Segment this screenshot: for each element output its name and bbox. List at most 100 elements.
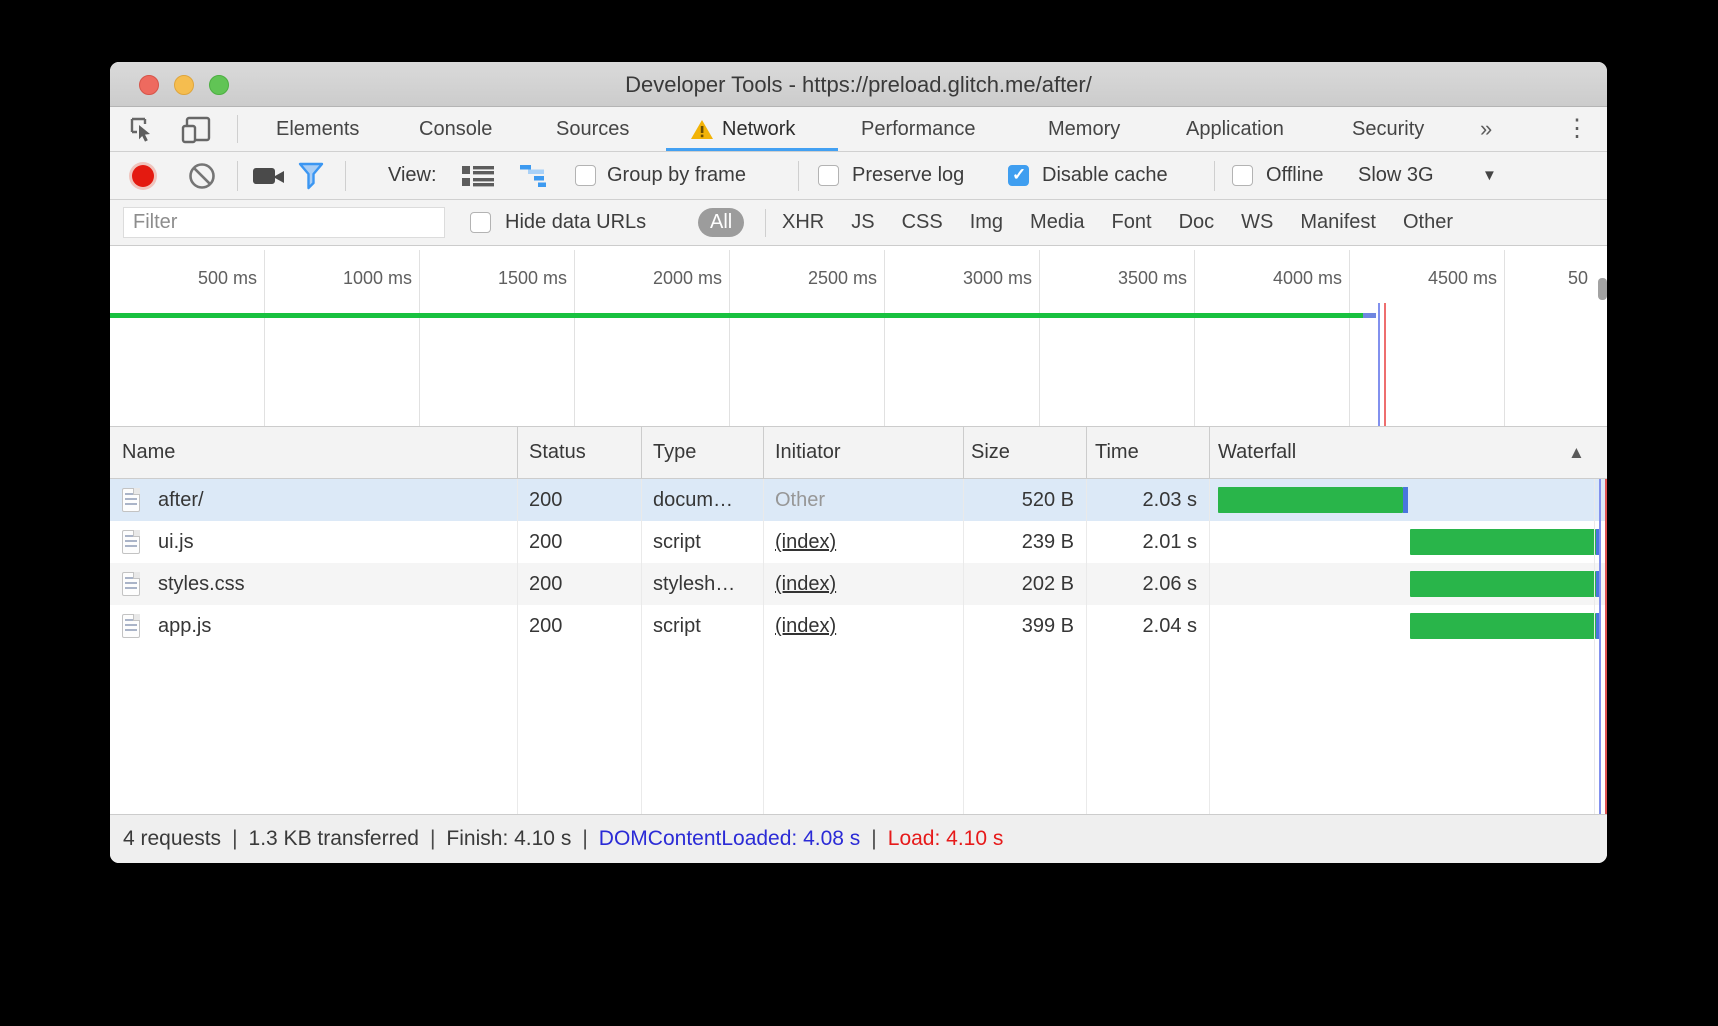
request-type: script xyxy=(653,521,701,563)
column-divider xyxy=(1594,479,1595,814)
filter-funnel-icon[interactable] xyxy=(298,152,324,199)
preserve-log-checkbox[interactable] xyxy=(818,165,839,186)
table-row[interactable]: ui.js 200 script (index) 239 B 2.01 s xyxy=(110,521,1607,563)
request-type: stylesh… xyxy=(653,563,735,605)
tab-network[interactable]: Network xyxy=(722,107,795,151)
waterfall-bar[interactable] xyxy=(1218,487,1403,513)
more-tabs-icon[interactable]: » xyxy=(1480,107,1492,151)
summary-bar: 4 requests | 1.3 KB transferred | Finish… xyxy=(110,814,1607,863)
document-icon xyxy=(122,530,140,554)
column-header-name[interactable]: Name xyxy=(122,427,175,478)
disable-cache-label: Disable cache xyxy=(1042,164,1168,187)
initiator-link[interactable]: (index) xyxy=(775,531,836,553)
filter-type-all[interactable]: All xyxy=(698,208,744,237)
hide-data-urls-label: Hide data URLs xyxy=(505,211,646,234)
initiator-link[interactable]: (index) xyxy=(775,615,836,637)
request-name: styles.css xyxy=(158,563,245,605)
filter-type-doc[interactable]: Doc xyxy=(1179,211,1215,234)
request-name: app.js xyxy=(158,605,211,647)
overview-blue-segment xyxy=(1363,313,1376,318)
filter-input[interactable] xyxy=(123,207,445,238)
waterfall-view-icon[interactable] xyxy=(520,152,550,199)
request-name: ui.js xyxy=(158,521,194,563)
filter-type-media[interactable]: Media xyxy=(1030,211,1084,234)
filter-type-css[interactable]: CSS xyxy=(902,211,943,234)
filter-bar: Hide data URLs All XHR JS CSS Img Media … xyxy=(110,200,1607,246)
filter-type-other[interactable]: Other xyxy=(1403,211,1453,234)
tab-performance[interactable]: Performance xyxy=(861,107,976,151)
filter-type-img[interactable]: Img xyxy=(970,211,1003,234)
timeline-gridline xyxy=(574,250,575,426)
filter-type-ws[interactable]: WS xyxy=(1241,211,1273,234)
waterfall-bar[interactable] xyxy=(1410,529,1596,555)
filter-type-xhr[interactable]: XHR xyxy=(782,211,824,234)
table-row[interactable]: app.js 200 script (index) 399 B 2.04 s xyxy=(110,605,1607,647)
timeline-scrollbar-thumb[interactable] xyxy=(1598,278,1607,300)
record-icon[interactable] xyxy=(132,165,154,187)
finish-time: Finish: 4.10 s xyxy=(446,827,571,851)
device-toolbar-icon[interactable] xyxy=(180,115,214,145)
table-row[interactable]: after/ 200 docum… Other 520 B 2.03 s xyxy=(110,479,1607,521)
load-time: Load: 4.10 s xyxy=(888,827,1004,851)
offline-checkbox[interactable] xyxy=(1232,165,1253,186)
timeline-gridline xyxy=(884,250,885,426)
tab-security[interactable]: Security xyxy=(1352,107,1424,151)
tab-elements[interactable]: Elements xyxy=(276,107,359,151)
tab-memory[interactable]: Memory xyxy=(1048,107,1120,151)
throttling-select[interactable]: Slow 3G xyxy=(1358,152,1434,199)
column-header-initiator[interactable]: Initiator xyxy=(775,427,841,478)
column-divider[interactable] xyxy=(517,427,518,478)
column-header-waterfall[interactable]: Waterfall xyxy=(1218,427,1296,478)
timeline-tick: 2000 ms xyxy=(612,268,722,289)
column-divider[interactable] xyxy=(1086,427,1087,478)
clear-icon[interactable] xyxy=(188,152,216,199)
table-row[interactable]: styles.css 200 stylesh… (index) 202 B 2.… xyxy=(110,563,1607,605)
column-divider[interactable] xyxy=(1209,427,1210,478)
waterfall-bar-cap xyxy=(1403,487,1408,513)
tab-application[interactable]: Application xyxy=(1186,107,1284,151)
timeline-tick: 1500 ms xyxy=(457,268,567,289)
chevron-down-icon[interactable]: ▼ xyxy=(1482,167,1497,184)
document-icon xyxy=(122,572,140,596)
column-divider[interactable] xyxy=(763,427,764,478)
devtools-window: Developer Tools - https://preload.glitch… xyxy=(110,62,1607,863)
filter-type-font[interactable]: Font xyxy=(1112,211,1152,234)
sort-arrow-icon[interactable]: ▲ xyxy=(1568,427,1585,478)
timeline-gridline xyxy=(419,250,420,426)
toolbar-divider xyxy=(1214,161,1215,191)
column-divider[interactable] xyxy=(963,427,964,478)
column-divider xyxy=(763,479,764,814)
request-size: 520 B xyxy=(963,479,1074,521)
waterfall-bar[interactable] xyxy=(1410,571,1596,597)
timeline-gridline xyxy=(1039,250,1040,426)
initiator-link[interactable]: (index) xyxy=(775,573,836,595)
hide-data-urls-checkbox[interactable] xyxy=(470,212,491,233)
disable-cache-checkbox[interactable] xyxy=(1008,165,1029,186)
timeline-tick: 4000 ms xyxy=(1232,268,1342,289)
inspect-icon[interactable] xyxy=(128,115,158,145)
column-divider[interactable] xyxy=(641,427,642,478)
toolbar-divider xyxy=(237,161,238,191)
view-label: View: xyxy=(388,164,437,187)
preserve-log-label: Preserve log xyxy=(852,164,964,187)
warning-icon xyxy=(690,119,714,140)
waterfall-bar[interactable] xyxy=(1410,613,1596,639)
timeline-overview[interactable]: 500 ms 1000 ms 1500 ms 2000 ms 2500 ms 3… xyxy=(110,246,1607,427)
tab-sources[interactable]: Sources xyxy=(556,107,629,151)
timeline-tick: 3000 ms xyxy=(922,268,1032,289)
timeline-tick: 2500 ms xyxy=(767,268,877,289)
column-divider xyxy=(1086,479,1087,814)
column-header-time[interactable]: Time xyxy=(1095,427,1139,478)
group-by-frame-checkbox[interactable] xyxy=(575,165,596,186)
kebab-menu-icon[interactable]: ⋮ xyxy=(1565,107,1589,151)
list-view-icon[interactable] xyxy=(462,152,494,199)
filter-type-manifest[interactable]: Manifest xyxy=(1300,211,1376,234)
title-bar: Developer Tools - https://preload.glitch… xyxy=(110,62,1607,107)
column-header-status[interactable]: Status xyxy=(529,427,586,478)
tab-console[interactable]: Console xyxy=(419,107,492,151)
filter-type-js[interactable]: JS xyxy=(851,211,874,234)
screenshot-camera-icon[interactable] xyxy=(252,152,286,199)
column-header-type[interactable]: Type xyxy=(653,427,696,478)
column-header-size[interactable]: Size xyxy=(971,427,1010,478)
requests-table-body: after/ 200 docum… Other 520 B 2.03 s ui.… xyxy=(110,479,1607,814)
